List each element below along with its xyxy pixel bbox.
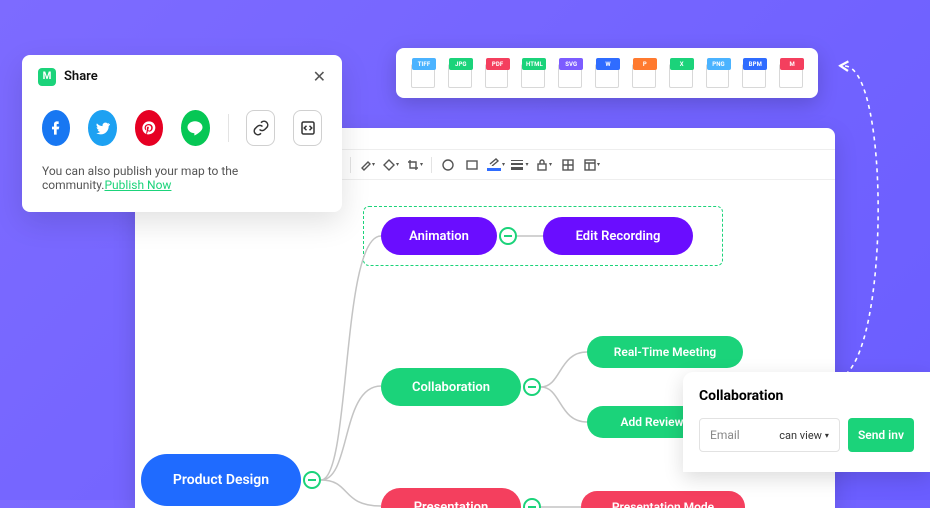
tool-crop[interactable]: ▾ bbox=[403, 155, 427, 175]
format-jpg[interactable]: JPG bbox=[447, 58, 473, 88]
collab-title: Collaboration bbox=[699, 388, 914, 404]
tool-highlight[interactable]: ▾ bbox=[355, 155, 379, 175]
tool-table[interactable] bbox=[556, 155, 580, 175]
embed-icon[interactable] bbox=[293, 110, 322, 146]
node-collaboration[interactable]: Collaboration bbox=[381, 368, 521, 406]
format-html[interactable]: HTML bbox=[520, 58, 546, 88]
format-pdf[interactable]: PDF bbox=[484, 58, 510, 88]
twitter-icon[interactable] bbox=[88, 110, 116, 146]
format-svg[interactable]: SVG bbox=[557, 58, 583, 88]
email-field[interactable]: Email can view▾ bbox=[699, 418, 840, 452]
publish-now-link[interactable]: Publish Now bbox=[104, 178, 171, 192]
permission-dropdown[interactable]: can view▾ bbox=[779, 429, 829, 442]
facebook-icon[interactable] bbox=[42, 110, 70, 146]
link-icon[interactable] bbox=[246, 110, 275, 146]
format-p[interactable]: P bbox=[631, 58, 657, 88]
email-placeholder: Email bbox=[710, 428, 740, 442]
send-invite-button[interactable]: Send inv bbox=[848, 418, 914, 452]
tool-linewidth[interactable]: ▾ bbox=[508, 155, 532, 175]
tool-fill[interactable]: ▾ bbox=[379, 155, 403, 175]
divider bbox=[228, 114, 229, 142]
format-tiff[interactable]: TIFF bbox=[410, 58, 436, 88]
tool-rect[interactable] bbox=[460, 155, 484, 175]
node-realtime-meeting[interactable]: Real-Time Meeting bbox=[587, 336, 743, 368]
tool-layout[interactable]: ▾ bbox=[580, 155, 604, 175]
format-m[interactable]: M bbox=[778, 58, 804, 88]
node-presentation[interactable]: Presentation bbox=[381, 488, 521, 508]
format-w[interactable]: W bbox=[594, 58, 620, 88]
collapse-collaboration[interactable] bbox=[523, 378, 541, 396]
line-icon[interactable] bbox=[181, 110, 209, 146]
collaboration-popover: Collaboration Email can view▾ Send inv bbox=[683, 372, 930, 472]
tool-pen[interactable]: ▾ bbox=[484, 155, 508, 175]
chevron-down-icon: ▾ bbox=[825, 431, 829, 440]
format-bpm[interactable]: BPM bbox=[741, 58, 767, 88]
node-root[interactable]: Product Design bbox=[141, 454, 301, 506]
share-title: Share bbox=[64, 69, 98, 84]
share-footnote: You can also publish your map to the com… bbox=[22, 164, 342, 212]
node-edit-recording[interactable]: Edit Recording bbox=[543, 217, 693, 255]
collapse-animation[interactable] bbox=[499, 227, 517, 245]
guide-arrow bbox=[830, 58, 930, 388]
share-app-icon: M bbox=[38, 68, 56, 86]
node-animation[interactable]: Animation bbox=[381, 217, 497, 255]
format-x[interactable]: X bbox=[668, 58, 694, 88]
export-formats-bar: TIFF JPG PDF HTML SVG WPX PNG BPM M bbox=[396, 48, 818, 98]
tool-lock[interactable]: ▾ bbox=[532, 155, 556, 175]
collapse-root[interactable] bbox=[303, 471, 321, 489]
share-dialog: M Share ✕ You can also publish your map … bbox=[22, 55, 342, 212]
close-icon[interactable]: ✕ bbox=[313, 67, 326, 86]
tool-circle[interactable] bbox=[436, 155, 460, 175]
format-png[interactable]: PNG bbox=[705, 58, 731, 88]
pinterest-icon[interactable] bbox=[135, 110, 163, 146]
